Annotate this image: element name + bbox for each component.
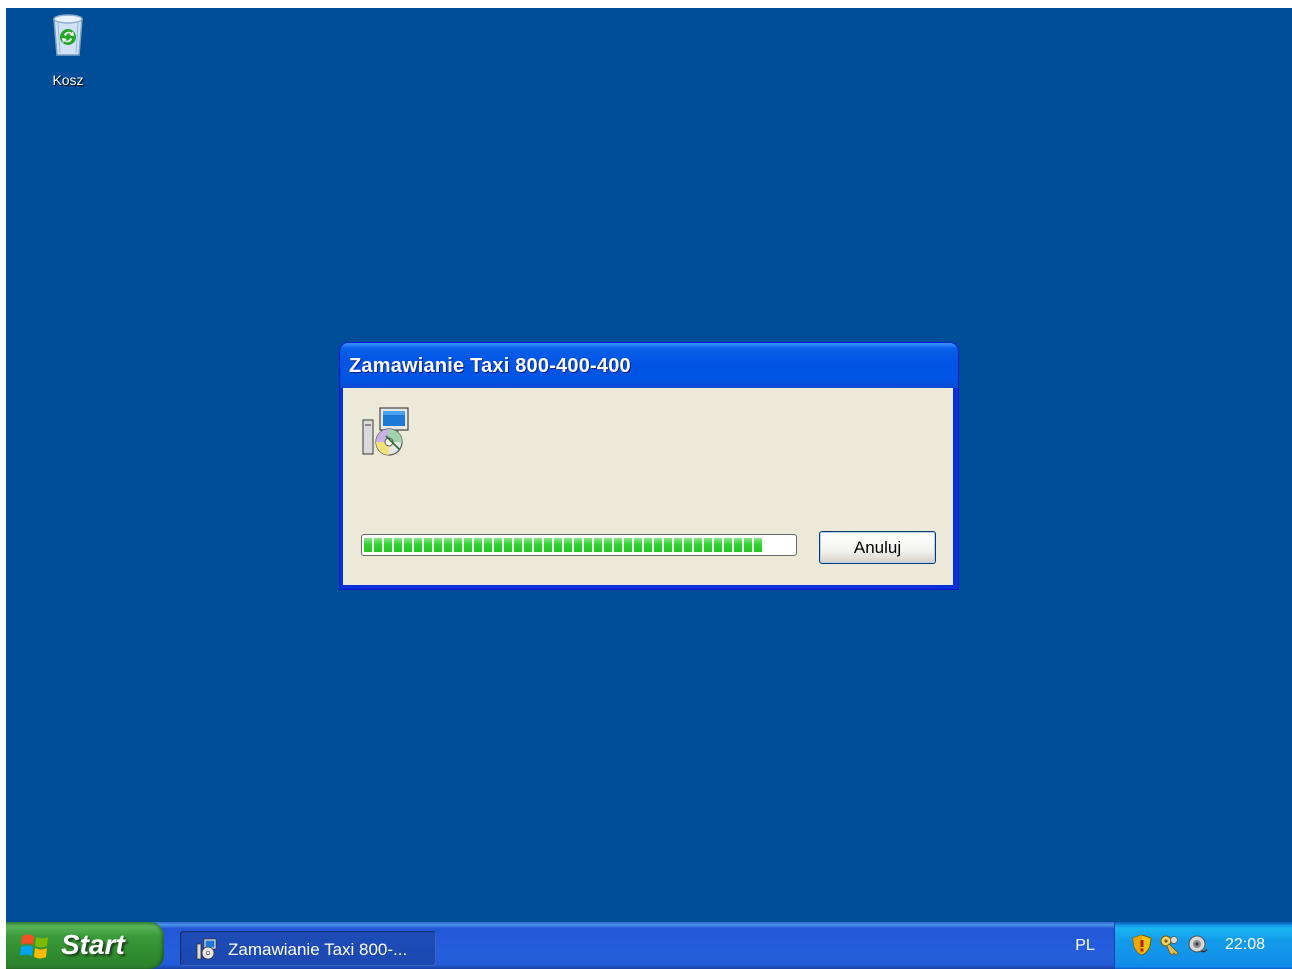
desktop-icon-recycle-bin[interactable]: Kosz <box>36 11 100 101</box>
setup-installer-icon <box>196 938 217 960</box>
volume-icon[interactable] <box>1187 934 1209 956</box>
language-indicator[interactable]: PL <box>1061 922 1109 969</box>
desktop: Kosz Zamawianie Taxi 800-400-400 Anuluj … <box>6 8 1292 969</box>
progress-fill <box>364 538 764 552</box>
taskbar: Start Zamawianie Taxi 800-... PL 22:08 <box>6 922 1292 969</box>
recycle-bin-icon <box>53 14 83 56</box>
recycle-bin-label: Kosz <box>52 72 84 88</box>
dialog-title: Zamawianie Taxi 800-400-400 <box>349 355 631 377</box>
network-keys-icon[interactable] <box>1159 934 1181 956</box>
clock[interactable]: 22:08 <box>1225 936 1265 954</box>
windows-flag-icon <box>20 934 48 959</box>
cancel-button[interactable]: Anuluj <box>819 531 936 564</box>
dialog-body: Anuluj <box>343 388 953 585</box>
start-button[interactable]: Start <box>6 922 164 969</box>
start-label: Start <box>61 929 125 960</box>
setup-installer-icon <box>362 407 409 456</box>
install-progress-bar <box>361 534 797 556</box>
taskbar-button-label: Zamawianie Taxi 800-... <box>228 940 408 959</box>
taskbar-button-setup[interactable]: Zamawianie Taxi 800-... <box>180 931 436 966</box>
setup-dialog-window: Zamawianie Taxi 800-400-400 Anuluj <box>340 343 958 589</box>
dialog-title-bar[interactable]: Zamawianie Taxi 800-400-400 <box>340 343 958 388</box>
system-tray: 22:08 <box>1114 922 1292 969</box>
security-shield-icon[interactable] <box>1131 934 1153 956</box>
